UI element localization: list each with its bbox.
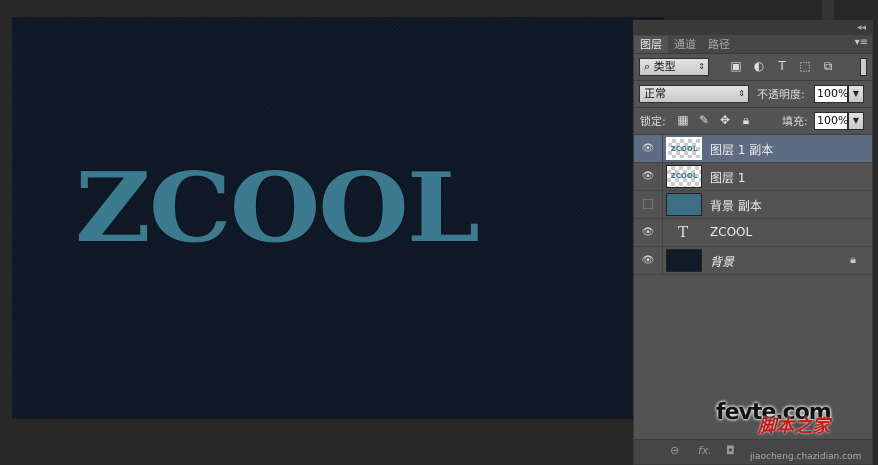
text-layer-icon: T xyxy=(678,223,689,241)
lock-transparency-icon[interactable]: ▦ xyxy=(676,113,690,127)
blend-mode-value: 正常 xyxy=(644,87,666,100)
eye-icon[interactable]: 👁︎ xyxy=(640,225,656,241)
shape-filter-icon[interactable]: ⬚ xyxy=(797,58,813,74)
collapse-icon[interactable]: ◂◂ xyxy=(857,21,866,35)
canvas-zcool-text: ZCOOL xyxy=(75,150,480,264)
panel-menu-icon[interactable]: ▾≡ xyxy=(855,37,868,48)
layer-thumbnail: ZCOOL xyxy=(666,165,702,188)
tab-paths[interactable]: 路径 xyxy=(702,36,736,53)
divider xyxy=(662,191,663,218)
adjustment-filter-icon[interactable]: ◐ xyxy=(751,58,767,74)
layer-name: ZCOOL xyxy=(710,225,753,239)
divider xyxy=(662,163,663,190)
layer-row[interactable]: 背景 副本 xyxy=(634,191,872,219)
type-filter-icon[interactable]: T xyxy=(774,58,790,74)
lock-position-icon[interactable]: ✥ xyxy=(718,113,732,127)
fill-label: 填充: xyxy=(782,115,808,128)
blend-mode-select[interactable]: 正常 ⇕ xyxy=(639,85,749,103)
smart-object-filter-icon[interactable]: ⧉ xyxy=(820,58,836,74)
tab-layers[interactable]: 图层 xyxy=(634,36,668,53)
divider xyxy=(662,135,663,162)
layer-name: 图层 1 xyxy=(710,171,746,185)
search-icon: ⌕ xyxy=(644,60,654,73)
filter-type-label: 类型 xyxy=(653,60,676,73)
add-mask-icon[interactable]: ◘ xyxy=(726,444,735,457)
lock-icon: 🔒︎ xyxy=(850,253,856,266)
layers-list: 👁︎ ZCOOL 图层 1 副本 👁︎ ZCOOL 图层 1 背景 副本 👁︎ … xyxy=(634,135,872,275)
document-canvas[interactable]: ZCOOL xyxy=(13,18,663,418)
divider xyxy=(662,219,663,246)
layer-name: 背景 xyxy=(710,255,735,269)
fill-dropdown[interactable]: ▼ xyxy=(848,112,864,130)
lock-label: 锁定: xyxy=(640,115,666,128)
updown-arrow-icon: ⇕ xyxy=(698,62,705,71)
lock-all-icon[interactable]: 🔒︎ xyxy=(739,113,753,127)
layer-name: 背景 副本 xyxy=(710,199,762,213)
layer-row[interactable]: 👁︎ ZCOOL 图层 1 副本 xyxy=(634,135,872,163)
opacity-label: 不透明度: xyxy=(757,88,805,101)
layer-thumbnail xyxy=(666,193,702,216)
layer-name: 图层 1 副本 xyxy=(710,143,774,157)
fill-input[interactable]: 100% xyxy=(814,112,848,130)
updown-arrow-icon: ⇕ xyxy=(738,89,745,98)
opacity-input[interactable]: 100% xyxy=(814,85,848,103)
opacity-dropdown[interactable]: ▼ xyxy=(848,85,864,103)
divider xyxy=(662,247,663,274)
eye-icon[interactable]: 👁︎ xyxy=(640,141,656,157)
filter-type-select[interactable]: ⌕ 类型 ⇕ xyxy=(639,58,709,76)
visibility-off-box[interactable] xyxy=(643,199,653,209)
watermark-url: jiaocheng.chazidian.com xyxy=(750,452,862,462)
fx-icon[interactable]: fx. xyxy=(698,444,712,457)
eye-icon[interactable]: 👁︎ xyxy=(640,169,656,185)
layer-row[interactable]: 👁︎ 背景 🔒︎ xyxy=(634,247,872,275)
filter-icons: ▣ ◐ T ⬚ ⧉ xyxy=(728,58,836,74)
watermark: fevte.com 脚本之家 jiaocheng.chazidian.com xyxy=(716,400,861,462)
filter-row: ⌕ 类型 ⇕ ▣ ◐ T ⬚ ⧉ xyxy=(634,54,872,80)
lock-pixels-icon[interactable]: ✎ xyxy=(697,113,711,127)
layer-thumbnail: ZCOOL xyxy=(666,137,702,160)
filter-toggle[interactable] xyxy=(860,58,867,76)
link-layers-icon[interactable]: ⊖ xyxy=(670,444,679,457)
eye-icon[interactable]: 👁︎ xyxy=(640,253,656,269)
lock-icons: ▦ ✎ ✥ 🔒︎ xyxy=(676,113,753,127)
tab-channels[interactable]: 通道 xyxy=(668,36,702,53)
image-filter-icon[interactable]: ▣ xyxy=(728,58,744,74)
panel-tabs: 图层 通道 路径 ▾≡ xyxy=(634,35,872,54)
layer-thumbnail xyxy=(666,249,702,272)
panel-collapse-bar: ◂◂ xyxy=(634,21,872,35)
watermark-cn: 脚本之家 xyxy=(758,416,830,437)
blend-row: 正常 ⇕ 不透明度: 100% ▼ xyxy=(634,81,872,107)
lock-row: 锁定: ▦ ✎ ✥ 🔒︎ 填充: 100% ▼ xyxy=(634,108,872,134)
layer-row[interactable]: 👁︎ T ZCOOL xyxy=(634,219,872,247)
layer-row[interactable]: 👁︎ ZCOOL 图层 1 xyxy=(634,163,872,191)
layers-panel: ◂◂ 图层 通道 路径 ▾≡ ⌕ 类型 ⇕ ▣ ◐ T ⬚ ⧉ 正常 ⇕ 不透明… xyxy=(633,20,873,465)
